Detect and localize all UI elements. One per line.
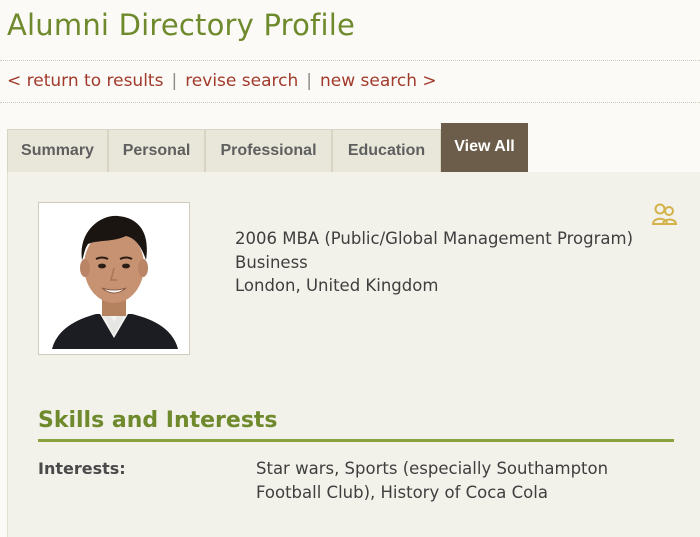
profile-photo-frame xyxy=(38,202,190,355)
tab-education[interactable]: Education xyxy=(332,129,441,172)
separator: | xyxy=(171,71,178,91)
revise-search-link[interactable]: revise search xyxy=(185,71,298,91)
industry: Business xyxy=(235,252,308,272)
profile-summary: 2006 MBA (Public/Global Management Progr… xyxy=(235,227,633,298)
tab-personal[interactable]: Personal xyxy=(108,129,205,172)
tab-view-all[interactable]: View All xyxy=(441,123,528,180)
separator: | xyxy=(306,71,312,91)
interests-value: Star wars, Sports (especially Southampto… xyxy=(256,459,609,502)
degree-program: 2006 MBA (Public/Global Management Progr… xyxy=(235,229,634,248)
divider xyxy=(0,102,700,103)
tab-professional[interactable]: Professional xyxy=(205,129,332,172)
location: London, United Kingdom xyxy=(235,276,439,295)
page-title: Alumni Directory Profile xyxy=(7,8,356,42)
result-navigation: < return to results | revise search | new se… xyxy=(7,71,437,91)
profile-tabs: Summary Personal Professional Education … xyxy=(7,123,528,180)
tab-summary[interactable]: Summary xyxy=(7,129,108,172)
divider xyxy=(0,60,700,61)
return-to-results-link[interactable]: < return to results xyxy=(7,71,163,91)
section-title-skills: Skills and Interests xyxy=(38,408,278,433)
interests-label: Interests: xyxy=(38,459,126,478)
section-divider xyxy=(38,439,674,442)
group-icon[interactable] xyxy=(651,203,677,227)
new-search-link[interactable]: new search > xyxy=(320,71,437,91)
profile-photo xyxy=(44,208,184,349)
